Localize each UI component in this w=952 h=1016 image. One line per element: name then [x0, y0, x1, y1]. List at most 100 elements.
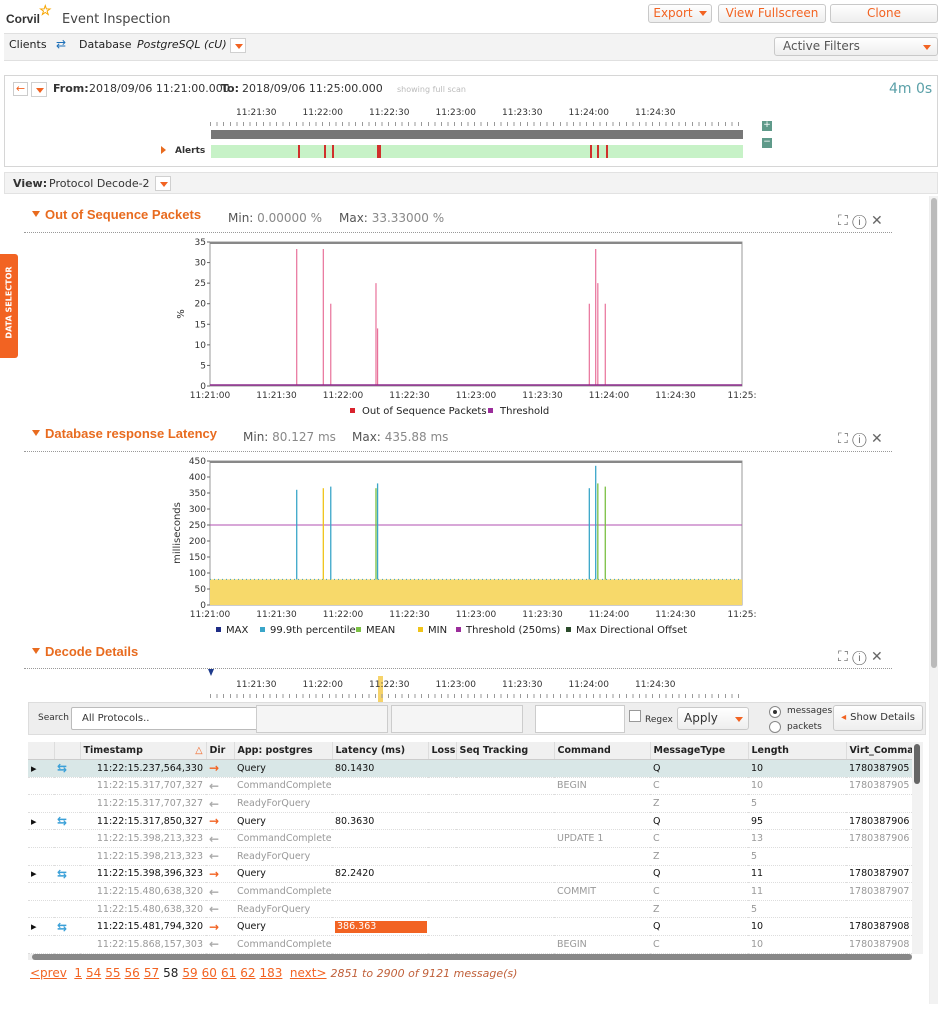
page-link[interactable]: 183: [260, 966, 283, 980]
search-field-2[interactable]: [391, 705, 523, 733]
fit-icon[interactable]: ⛶: [838, 431, 848, 447]
expand-icon[interactable]: ▸: [28, 865, 54, 883]
column-header[interactable]: Latency (ms): [332, 742, 429, 761]
page-link[interactable]: 61: [221, 966, 236, 980]
table-row[interactable]: 11:22:15.317,707,327 ← ReadyForQuery Z 5: [28, 795, 912, 813]
sort-icon[interactable]: △: [195, 745, 202, 756]
export-button[interactable]: Export: [648, 4, 712, 23]
alert-mark[interactable]: [331, 145, 334, 158]
latency-section-header[interactable]: Database response Latency: [32, 426, 217, 441]
table-row[interactable]: ▸ ⇆ 11:22:15.398,396,323 → Query 82.2420 Q 11 17…: [28, 865, 912, 883]
flow-icon[interactable]: ⇆: [54, 759, 80, 778]
decode-section-header[interactable]: Decode Details: [32, 644, 138, 659]
table-scrollbar-v[interactable]: [912, 742, 923, 954]
table-row[interactable]: 11:22:15.868,157,303 ← CommandComplete BEGI…: [28, 936, 912, 954]
table-scrollbar-h-thumb[interactable]: [32, 954, 912, 960]
expand-icon[interactable]: [28, 848, 54, 866]
page-link[interactable]: 54: [86, 966, 101, 980]
flow-icon[interactable]: ⇆: [54, 918, 80, 936]
table-row[interactable]: 11:22:15.398,213,323 ← CommandComplete UPDA…: [28, 830, 912, 848]
flow-icon[interactable]: [54, 848, 80, 866]
alert-mark[interactable]: [297, 145, 300, 158]
table-scrollbar-thumb[interactable]: [914, 744, 920, 784]
page-link[interactable]: 55: [105, 966, 120, 980]
flow-icon[interactable]: [54, 883, 80, 901]
expand-icon[interactable]: [28, 936, 54, 954]
clients-link[interactable]: Clients: [9, 38, 47, 51]
table-scrollbar-h[interactable]: [28, 954, 912, 960]
protocol-select[interactable]: All Protocols.. ⌄: [71, 707, 281, 730]
show-details-button[interactable]: ◂ Show Details: [833, 705, 923, 731]
prev-page-link[interactable]: <prev: [30, 966, 67, 980]
table-row[interactable]: 11:22:15.317,707,327 ← CommandComplete BEGI…: [28, 777, 912, 795]
time-dropdown[interactable]: [31, 82, 47, 97]
column-header[interactable]: Command: [554, 742, 651, 761]
oos-section-header[interactable]: Out of Sequence Packets: [32, 207, 201, 222]
packets-radio[interactable]: [769, 721, 781, 733]
expand-icon[interactable]: [28, 795, 54, 813]
column-header[interactable]: Seq Tracking: [456, 742, 555, 761]
table-row[interactable]: ▸ ⇆ 11:22:15.237,564,330 → Query 80.1430 Q 10 17…: [28, 759, 912, 778]
flow-icon[interactable]: [54, 830, 80, 848]
page-link[interactable]: 60: [202, 966, 217, 980]
next-page-link[interactable]: next>: [290, 966, 327, 980]
expand-icon[interactable]: [28, 900, 54, 918]
close-icon[interactable]: ✕: [871, 649, 883, 665]
table-row[interactable]: ▸ ⇆ 11:22:15.481,794,320 → Query 386.363 Q 10 17…: [28, 918, 912, 936]
zoom-in-icon[interactable]: +: [762, 121, 772, 131]
fit-icon[interactable]: ⛶: [838, 213, 848, 229]
page-scrollbar[interactable]: [930, 196, 938, 1004]
alert-mark[interactable]: [324, 145, 327, 158]
flow-icon[interactable]: [54, 936, 80, 954]
flow-icon[interactable]: ⇆: [54, 812, 80, 830]
search-field-1[interactable]: [256, 705, 388, 733]
alerts-bar[interactable]: [211, 145, 743, 158]
database-link[interactable]: Database: [79, 38, 132, 51]
clone-button[interactable]: Clone: [830, 4, 938, 23]
fit-icon[interactable]: ⛶: [838, 649, 848, 665]
flow-icon[interactable]: [54, 777, 80, 795]
page-link[interactable]: 1: [74, 966, 82, 980]
info-icon[interactable]: ⓘ: [852, 431, 866, 447]
expand-icon[interactable]: [28, 883, 54, 901]
close-icon[interactable]: ✕: [871, 431, 883, 447]
active-filters-dropdown[interactable]: Active Filters: [774, 37, 938, 56]
close-icon[interactable]: ✕: [871, 213, 883, 229]
regex-checkbox[interactable]: [629, 710, 641, 722]
apply-button[interactable]: Apply: [677, 707, 749, 730]
timeline-marker-icon[interactable]: [208, 669, 214, 676]
column-header[interactable]: [28, 742, 55, 761]
column-header[interactable]: [54, 742, 81, 761]
db-dropdown[interactable]: [230, 38, 246, 53]
flow-icon[interactable]: [54, 900, 80, 918]
table-row[interactable]: 11:22:15.398,213,323 ← ReadyForQuery Z 5: [28, 848, 912, 866]
data-selector-tab[interactable]: DATA SELECTOR: [0, 254, 18, 358]
messages-radio[interactable]: [769, 706, 781, 718]
column-header[interactable]: Timestamp △: [80, 742, 207, 761]
page-link[interactable]: 59: [182, 966, 197, 980]
expand-icon[interactable]: ▸: [28, 759, 54, 778]
expand-icon[interactable]: ▸: [28, 812, 54, 830]
search-input[interactable]: [535, 705, 625, 733]
view-dropdown[interactable]: [155, 176, 171, 191]
alert-mark[interactable]: [606, 145, 609, 158]
alert-mark[interactable]: [590, 145, 593, 158]
info-icon[interactable]: ⓘ: [852, 213, 866, 229]
zoom-out-icon[interactable]: −: [762, 138, 772, 148]
expand-alerts-icon[interactable]: [161, 146, 166, 154]
column-header[interactable]: MessageType: [650, 742, 749, 761]
alert-mark[interactable]: [596, 145, 599, 158]
column-header[interactable]: Dir: [206, 742, 235, 761]
page-link[interactable]: 57: [144, 966, 159, 980]
view-fullscreen-button[interactable]: View Fullscreen: [718, 4, 826, 23]
page-link[interactable]: 62: [240, 966, 255, 980]
page-link[interactable]: 56: [125, 966, 140, 980]
timebar-track[interactable]: [211, 130, 743, 139]
column-header[interactable]: Length: [748, 742, 847, 761]
column-header[interactable]: Virt_Command: [846, 742, 912, 761]
expand-icon[interactable]: [28, 830, 54, 848]
table-row[interactable]: 11:22:15.480,638,320 ← ReadyForQuery Z 5: [28, 900, 912, 918]
column-header[interactable]: App: postgres: [234, 742, 333, 761]
info-icon[interactable]: ⓘ: [852, 649, 866, 665]
page-scrollbar-thumb[interactable]: [931, 198, 937, 668]
